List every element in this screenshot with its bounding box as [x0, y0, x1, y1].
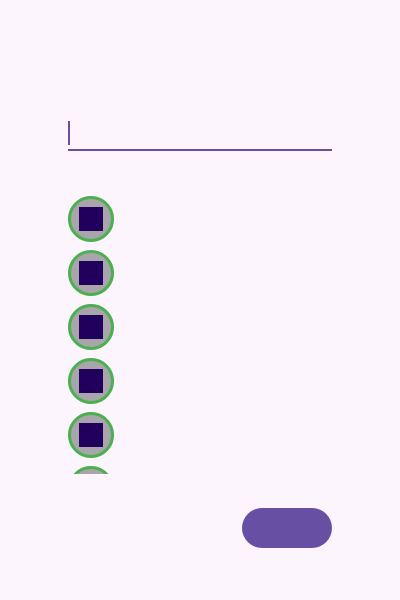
- avatar-icon: [79, 369, 103, 393]
- list-item[interactable]: [68, 250, 332, 296]
- list-item[interactable]: [68, 358, 332, 404]
- avatar-icon: [79, 207, 103, 231]
- item-list[interactable]: [68, 196, 332, 474]
- avatar: [68, 466, 114, 474]
- list-item[interactable]: [68, 412, 332, 458]
- text-input[interactable]: [68, 118, 332, 149]
- confirm-button[interactable]: [242, 508, 332, 548]
- text-field[interactable]: [68, 118, 332, 151]
- avatar: [68, 412, 114, 458]
- avatar: [68, 250, 114, 296]
- avatar: [68, 304, 114, 350]
- list-item[interactable]: [68, 304, 332, 350]
- list-item[interactable]: [68, 466, 332, 474]
- dialog-page: [0, 0, 400, 600]
- text-cursor: [68, 121, 70, 145]
- avatar: [68, 358, 114, 404]
- avatar-icon: [79, 261, 103, 285]
- cancel-button[interactable]: [128, 512, 232, 544]
- avatar-icon: [79, 315, 103, 339]
- list-item[interactable]: [68, 196, 332, 242]
- avatar: [68, 196, 114, 242]
- avatar-icon: [79, 423, 103, 447]
